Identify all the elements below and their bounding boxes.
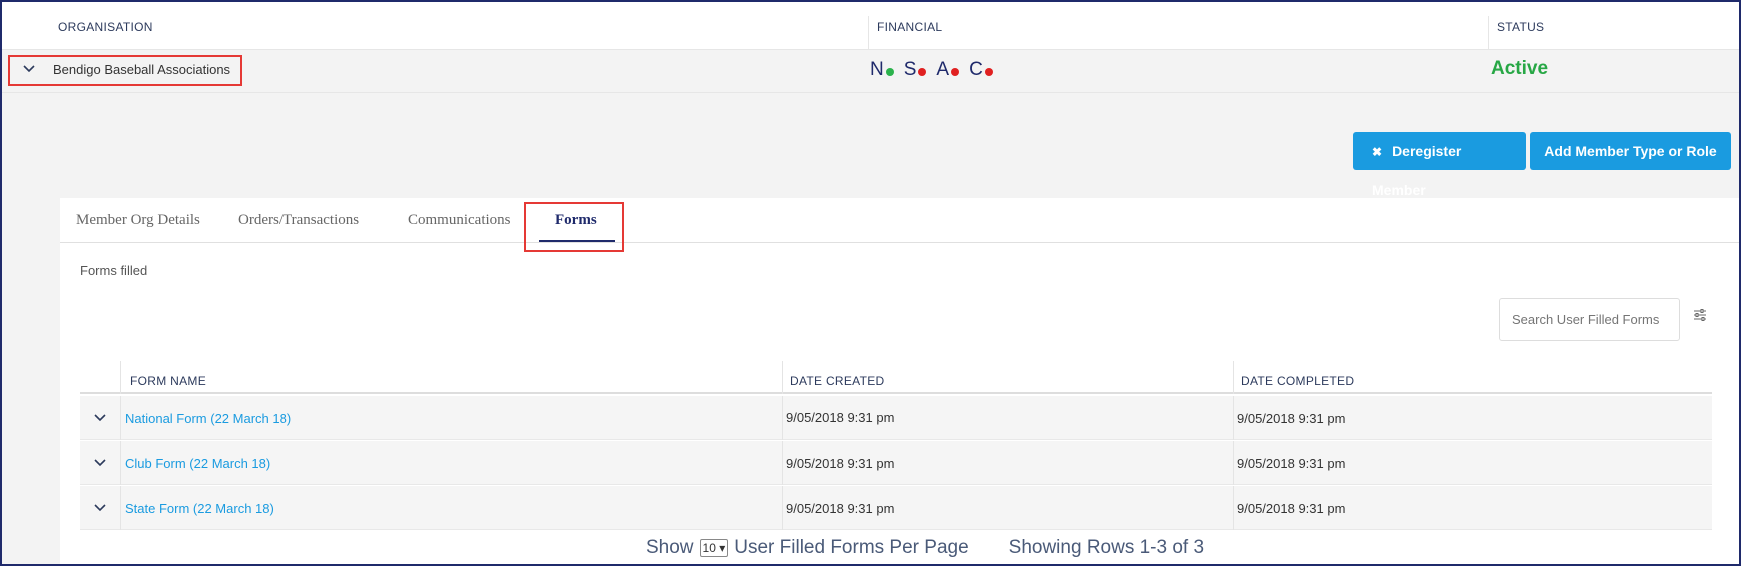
table-row[interactable]: National Form (22 March 18) 9/05/2018 9:… — [80, 396, 1712, 440]
date-created: 9/05/2018 9:31 pm — [786, 501, 895, 516]
column-header-form-name[interactable]: FORM NAME — [130, 374, 206, 388]
tab-communications[interactable]: Communications — [408, 212, 511, 229]
financial-indicators: N S A C — [870, 59, 993, 81]
tab-member-org-details[interactable]: Member Org Details — [76, 212, 200, 229]
status-badge: Active — [1491, 58, 1549, 79]
forms-tab-highlight — [524, 202, 624, 252]
chevron-down-icon[interactable] — [93, 500, 107, 516]
table-row[interactable]: Club Form (22 March 18) 9/05/2018 9:31 p… — [80, 441, 1712, 485]
add-member-type-button[interactable]: Add Member Type or Role — [1530, 132, 1731, 170]
financial-c: C — [969, 59, 993, 81]
table-row[interactable]: State Form (22 March 18) 9/05/2018 9:31 … — [80, 486, 1712, 530]
member-detail-panel: Member Org Details Orders/Transactions C… — [60, 198, 1739, 564]
column-header-date-completed[interactable]: DATE COMPLETED — [1241, 374, 1354, 388]
status-dot — [951, 68, 960, 76]
org-table-header: ORGANISATION FINANCIAL STATUS — [2, 2, 1739, 50]
form-name-link[interactable]: Club Form (22 March 18) — [125, 456, 270, 471]
deregister-member-button[interactable]: ✖ Deregister Member — [1353, 132, 1526, 198]
section-title: Forms filled — [80, 263, 148, 278]
date-created: 9/05/2018 9:31 pm — [786, 410, 895, 425]
tab-bar: Member Org Details Orders/Transactions C… — [60, 198, 1739, 252]
chevron-down-icon[interactable] — [93, 455, 107, 471]
date-completed: 9/05/2018 9:31 pm — [1237, 501, 1346, 516]
status-dot — [984, 68, 993, 76]
search-input[interactable] — [1499, 298, 1680, 341]
status-dot — [918, 68, 927, 76]
status-dot — [885, 68, 894, 76]
show-label: Show — [646, 537, 694, 558]
column-header-status[interactable]: STATUS — [1489, 2, 1544, 50]
per-page-select[interactable]: 10 ▾ — [699, 539, 729, 557]
column-header-financial[interactable]: FINANCIAL — [869, 2, 942, 50]
date-created: 9/05/2018 9:31 pm — [786, 456, 895, 471]
pagination-bar: Show 10 ▾ User Filled Forms Per Page Sho… — [646, 537, 1204, 559]
form-name-link[interactable]: State Form (22 March 18) — [125, 501, 274, 516]
filter-settings-icon[interactable] — [1693, 308, 1707, 326]
chevron-down-icon[interactable] — [22, 61, 36, 77]
org-name[interactable]: Bendigo Baseball Associations — [53, 62, 230, 77]
column-header-date-created[interactable]: DATE CREATED — [790, 374, 885, 388]
org-row[interactable]: Bendigo Baseball Associations N S A C Ac… — [2, 50, 1739, 93]
column-header-organisation[interactable]: ORGANISATION — [50, 2, 153, 50]
form-name-link[interactable]: National Form (22 March 18) — [125, 411, 291, 426]
tab-orders-transactions[interactable]: Orders/Transactions — [238, 212, 359, 229]
date-completed: 9/05/2018 9:31 pm — [1237, 456, 1346, 471]
close-icon: ✖ — [1372, 145, 1383, 159]
financial-n: N — [870, 59, 894, 81]
member-org-panel: ORGANISATION FINANCIAL STATUS Bendigo Ba… — [0, 0, 1741, 566]
date-completed: 9/05/2018 9:31 pm — [1237, 411, 1346, 426]
financial-s: S — [904, 59, 927, 81]
chevron-down-icon[interactable] — [93, 410, 107, 426]
financial-a: A — [936, 59, 960, 81]
per-page-label: User Filled Forms Per Page — [734, 537, 969, 558]
showing-rows-label: Showing Rows 1-3 of 3 — [1008, 537, 1205, 558]
forms-table-header: FORM NAME DATE CREATED DATE COMPLETED — [80, 361, 1712, 394]
